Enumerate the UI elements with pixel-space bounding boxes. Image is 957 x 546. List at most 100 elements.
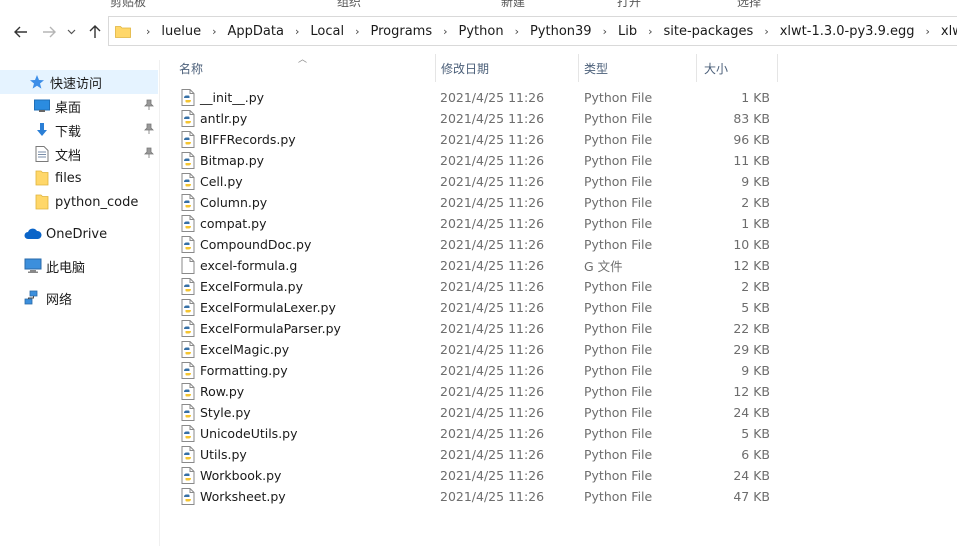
- file-type: Python File: [584, 174, 653, 189]
- file-date: 2021/4/25 11:26: [440, 132, 545, 147]
- column-header-name[interactable]: 名称 ︿: [160, 54, 436, 82]
- python-file-icon: [180, 383, 196, 400]
- column-header-size[interactable]: 大小: [697, 54, 778, 82]
- pin-icon[interactable]: [144, 123, 154, 139]
- arrow-up-icon: [89, 25, 101, 38]
- breadcrumb-separator-icon[interactable]: ›: [203, 25, 225, 38]
- sidebar-item-python-code[interactable]: python_code: [0, 190, 158, 214]
- breadcrumb-local[interactable]: Local: [308, 24, 346, 39]
- file-date: 2021/4/25 11:26: [440, 300, 545, 315]
- breadcrumb-luelue[interactable]: luelue: [159, 24, 203, 39]
- column-header-label: 类型: [584, 61, 609, 76]
- file-name: Formatting.py: [200, 363, 288, 378]
- breadcrumb-lib[interactable]: Lib: [616, 24, 639, 39]
- pin-icon[interactable]: [144, 99, 154, 115]
- generic-file-icon: [180, 257, 196, 274]
- breadcrumb-python39[interactable]: Python39: [528, 24, 594, 39]
- breadcrumb-separator-icon[interactable]: ›: [639, 25, 661, 38]
- table-row[interactable]: __init__.py 2021/4/25 11:26 Python File 1 K…: [178, 87, 778, 108]
- breadcrumb-separator-icon[interactable]: ›: [594, 25, 616, 38]
- python-file-icon: [180, 320, 196, 337]
- recent-locations-button[interactable]: [63, 20, 79, 44]
- python-file-icon: [180, 236, 196, 253]
- table-row[interactable]: ExcelFormulaLexer.py 2021/4/25 11:26 Pytho…: [178, 297, 778, 318]
- breadcrumb-separator-icon[interactable]: ›: [346, 25, 368, 38]
- address-bar[interactable]: › luelue › AppData › Local › Programs › …: [108, 16, 957, 46]
- file-name: Row.py: [200, 384, 245, 399]
- sidebar-item-onedrive[interactable]: OneDrive: [0, 222, 158, 246]
- breadcrumb-separator-icon[interactable]: ›: [434, 25, 456, 38]
- file-type: Python File: [584, 405, 653, 420]
- file-name: Cell.py: [200, 174, 243, 189]
- table-row[interactable]: Workbook.py 2021/4/25 11:26 Python File 24 …: [178, 465, 778, 486]
- table-row[interactable]: Bitmap.py 2021/4/25 11:26 Python File 11 KB: [178, 150, 778, 171]
- breadcrumb-separator-icon[interactable]: ›: [755, 25, 777, 38]
- table-row[interactable]: compat.py 2021/4/25 11:26 Python File 1 KB: [178, 213, 778, 234]
- breadcrumb-xlwt[interactable]: xlwt: [939, 24, 957, 39]
- breadcrumb-separator-icon[interactable]: ›: [286, 25, 308, 38]
- table-row[interactable]: Row.py 2021/4/25 11:26 Python File 12 KB: [178, 381, 778, 402]
- file-size: 11 KB: [733, 153, 770, 168]
- column-header-date[interactable]: 修改日期: [436, 54, 579, 82]
- table-row[interactable]: Utils.py 2021/4/25 11:26 Python File 6 KB: [178, 444, 778, 465]
- table-row[interactable]: UnicodeUtils.py 2021/4/25 11:26 Python Fil…: [178, 423, 778, 444]
- breadcrumb-separator-icon[interactable]: ›: [916, 25, 938, 38]
- table-row[interactable]: ExcelFormula.py 2021/4/25 11:26 Python Fil…: [178, 276, 778, 297]
- table-row[interactable]: antlr.py 2021/4/25 11:26 Python File 83 KB: [178, 108, 778, 129]
- column-header-label: 修改日期: [441, 61, 490, 76]
- back-button[interactable]: [10, 20, 32, 44]
- python-file-icon: [180, 131, 196, 148]
- table-row[interactable]: Cell.py 2021/4/25 11:26 Python File 9 KB: [178, 171, 778, 192]
- file-type: Python File: [584, 111, 653, 126]
- file-name: ExcelFormulaLexer.py: [200, 300, 336, 315]
- sidebar-item-downloads[interactable]: 下载: [0, 118, 158, 142]
- file-size: 83 KB: [733, 111, 770, 126]
- table-row[interactable]: Column.py 2021/4/25 11:26 Python File 2 KB: [178, 192, 778, 213]
- file-size: 2 KB: [741, 195, 770, 210]
- sidebar-item-desktop[interactable]: 桌面: [0, 94, 158, 118]
- file-size: 24 KB: [733, 468, 770, 483]
- breadcrumb-xlwt-egg[interactable]: xlwt-1.3.0-py3.9.egg: [778, 24, 917, 39]
- file-date: 2021/4/25 11:26: [440, 342, 545, 357]
- ribbon-group-labels: 剪贴板 组织 新建 打开 选择: [0, 0, 957, 8]
- up-button[interactable]: [84, 20, 106, 44]
- file-list: 名称 ︿ 修改日期 类型 大小 __init__.py 2021/4/25 11:…: [160, 54, 957, 546]
- breadcrumb-appdata[interactable]: AppData: [226, 24, 286, 39]
- breadcrumb-separator-icon[interactable]: ›: [137, 25, 159, 38]
- table-row[interactable]: CompoundDoc.py 2021/4/25 11:26 Python File…: [178, 234, 778, 255]
- breadcrumb-programs[interactable]: Programs: [368, 24, 434, 39]
- arrow-left-icon: [14, 26, 27, 38]
- sidebar-item-documents[interactable]: 文档: [0, 142, 158, 166]
- column-header-type[interactable]: 类型: [579, 54, 697, 82]
- sidebar-item-network[interactable]: 网络: [0, 286, 158, 310]
- file-size: 29 KB: [733, 342, 770, 357]
- breadcrumb-python[interactable]: Python: [457, 24, 506, 39]
- breadcrumb-separator-icon[interactable]: ›: [506, 25, 528, 38]
- file-type: Python File: [584, 237, 653, 252]
- file-size: 10 KB: [733, 237, 770, 252]
- sidebar-item-files[interactable]: files: [0, 166, 158, 190]
- table-row[interactable]: Style.py 2021/4/25 11:26 Python File 24 KB: [178, 402, 778, 423]
- file-type: G 文件: [584, 259, 623, 274]
- table-row[interactable]: ExcelMagic.py 2021/4/25 11:26 Python File 2…: [178, 339, 778, 360]
- file-type: Python File: [584, 468, 653, 483]
- file-name: __init__.py: [200, 90, 265, 105]
- file-type: Python File: [584, 447, 653, 462]
- table-row[interactable]: Formatting.py 2021/4/25 11:26 Python File 9…: [178, 360, 778, 381]
- python-file-icon: [180, 278, 196, 295]
- file-name: Style.py: [200, 405, 251, 420]
- navigation-bar: › luelue › AppData › Local › Programs › …: [0, 10, 957, 54]
- breadcrumb-site-packages[interactable]: site-packages: [662, 24, 756, 39]
- table-row[interactable]: Worksheet.py 2021/4/25 11:26 Python File 47…: [178, 486, 778, 507]
- table-row[interactable]: ExcelFormulaParser.py 2021/4/25 11:26 Pyth…: [178, 318, 778, 339]
- table-row[interactable]: excel-formula.g 2021/4/25 11:26 G 文件 12 KB: [178, 255, 778, 276]
- forward-button[interactable]: [38, 20, 60, 44]
- network-icon: [24, 289, 42, 307]
- table-row[interactable]: BIFFRecords.py 2021/4/25 11:26 Python File…: [178, 129, 778, 150]
- file-name: Column.py: [200, 195, 268, 210]
- pin-icon[interactable]: [144, 147, 154, 163]
- sidebar-item-this-pc[interactable]: 此电脑: [0, 254, 158, 278]
- sidebar-item-quick-access[interactable]: 快速访问: [0, 70, 158, 94]
- sidebar-item-label: files: [55, 170, 82, 186]
- file-type: Python File: [584, 216, 653, 231]
